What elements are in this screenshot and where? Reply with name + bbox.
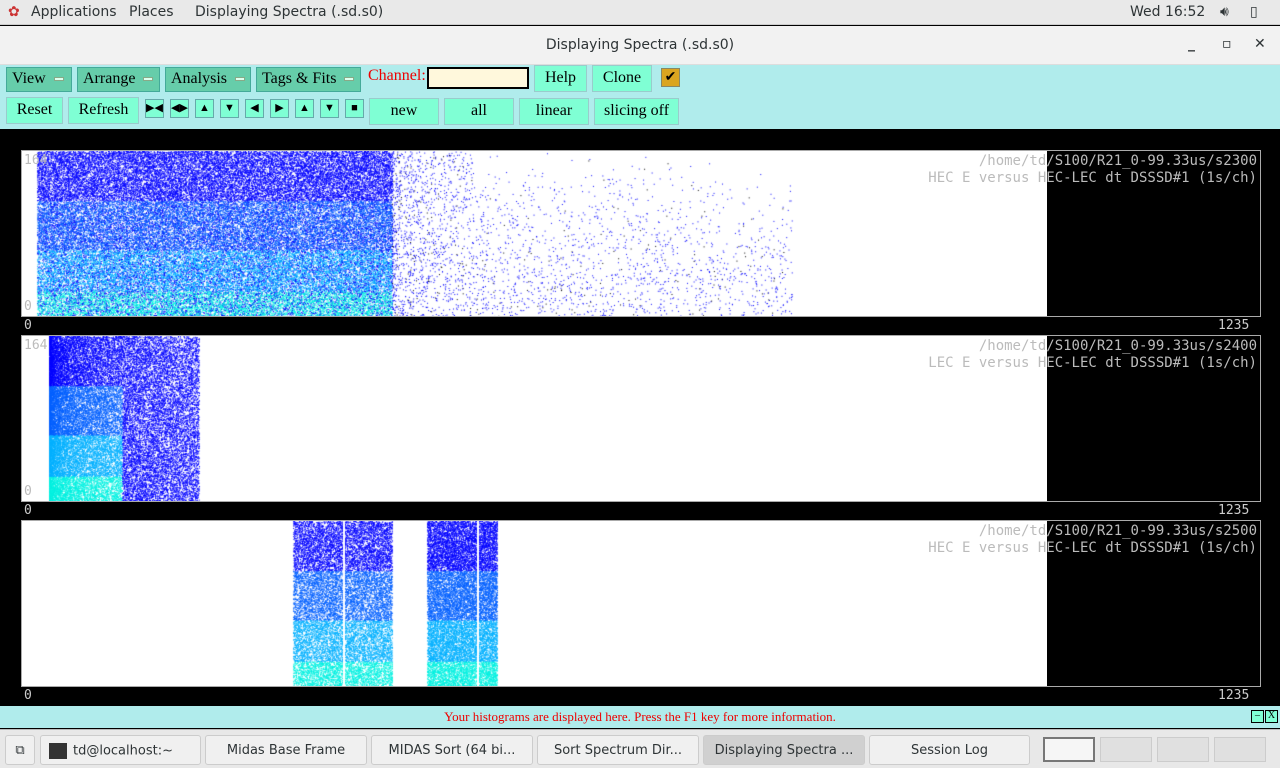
channel-label: Channel: (368, 67, 426, 84)
status-bar: Your histograms are displayed here. Pres… (0, 706, 1280, 728)
x-max-label: 1235 (1218, 688, 1250, 703)
clock[interactable]: Wed 16:52 (1130, 4, 1205, 20)
x-max-label: 1235 (1218, 503, 1250, 518)
help-button[interactable]: Help (534, 65, 587, 92)
arrange-label: Arrange (83, 70, 136, 87)
shrink-horizontal-icon[interactable]: ◀▶ (170, 99, 189, 118)
window-titlebar: Displaying Spectra (.sd.s0) _ ▫ ✕ (0, 26, 1280, 65)
status-message: Your histograms are displayed here. Pres… (444, 709, 836, 724)
show-desktop-button[interactable]: ⧉ (5, 735, 35, 765)
applications-menu[interactable]: Applications (31, 4, 117, 20)
applications-icon: ✿ (8, 4, 20, 20)
taskbar-item-active[interactable]: Displaying Spectra ... (703, 735, 865, 765)
minimize-icon[interactable]: – (1251, 710, 1264, 723)
spectrum-path: /home/td/S100/R21_0-99.33us/s2400 (978, 338, 1257, 354)
x-min-label: 0 (24, 318, 32, 333)
workspace-4[interactable] (1214, 737, 1266, 762)
analysis-menu[interactable]: Analysis (165, 67, 251, 92)
expand-horizontal-icon[interactable]: ▶◀ (145, 99, 164, 118)
taskbar-item[interactable]: td@localhost:~ (40, 735, 201, 765)
spectrum-title: HEC E versus HEC-LEC dt DSSSD#1 (1s/ch) (928, 170, 1257, 186)
terminal-icon (49, 743, 67, 759)
active-window-menu[interactable]: Displaying Spectra (.sd.s0) (195, 4, 383, 20)
new-button[interactable]: new (369, 98, 439, 125)
scroll-right-icon[interactable]: ▶ (270, 99, 289, 118)
tags-fits-label: Tags & Fits (262, 70, 337, 87)
scroll-left-icon[interactable]: ◀ (245, 99, 264, 118)
workspace-1[interactable] (1043, 737, 1095, 762)
scroll-up-icon[interactable]: ▲ (295, 99, 314, 118)
dropdown-icon (53, 77, 64, 82)
analysis-label: Analysis (171, 70, 227, 87)
reset-button[interactable]: Reset (6, 97, 63, 124)
workspace-2[interactable] (1100, 737, 1152, 762)
y-max-label: 164 (24, 153, 48, 168)
taskbar: ⧉ td@localhost:~ Midas Base Frame MIDAS … (0, 729, 1280, 768)
top-bar: ✿ Applications Places Displaying Spectra… (0, 0, 1280, 25)
dropdown-icon (235, 77, 245, 82)
spectrum-panel[interactable]: 164 0 /home/td/S100/R21_0-99.33us/s2300 … (21, 150, 1261, 317)
taskbar-item[interactable]: Sort Spectrum Dir... (537, 735, 699, 765)
view-menu[interactable]: View (6, 67, 72, 92)
spectrum-path: /home/td/S100/R21_0-99.33us/s2300 (978, 153, 1257, 169)
taskbar-item[interactable]: MIDAS Sort (64 bi... (371, 735, 533, 765)
close-button[interactable]: ✕ (1254, 36, 1266, 52)
tags-fits-menu[interactable]: Tags & Fits (256, 67, 361, 92)
taskbar-item[interactable]: Midas Base Frame (205, 735, 367, 765)
x-max-label: 1235 (1218, 318, 1250, 333)
spectrum-title: LEC E versus HEC-LEC dt DSSSD#1 (1s/ch) (928, 355, 1257, 371)
scatter-plot[interactable] (22, 336, 1047, 501)
x-min-label: 0 (24, 688, 32, 703)
all-button[interactable]: all (444, 98, 514, 125)
shrink-vertical-icon[interactable]: ▼ (220, 99, 239, 118)
refresh-button[interactable]: Refresh (68, 97, 139, 124)
linear-button[interactable]: linear (519, 98, 589, 125)
workspace-3[interactable] (1157, 737, 1209, 762)
checkbox[interactable]: ✔ (661, 68, 680, 87)
y-min-label: 0 (24, 484, 32, 499)
taskbar-item[interactable]: Session Log (869, 735, 1030, 765)
places-menu[interactable]: Places (129, 4, 174, 20)
scroll-down-icon[interactable]: ▼ (320, 99, 339, 118)
taskbar-item-label: td@localhost:~ (73, 743, 173, 759)
scatter-plot[interactable] (22, 521, 1047, 686)
channel-input[interactable] (427, 67, 529, 89)
toolbar: View Arrange Analysis Tags & Fits Channe… (0, 65, 1280, 129)
full-view-icon[interactable]: ■ (345, 99, 364, 118)
spectrum-panel[interactable]: /home/td/S100/R21_0-99.33us/s2500 HEC E … (21, 520, 1261, 687)
spectrum-path: /home/td/S100/R21_0-99.33us/s2500 (978, 523, 1257, 539)
battery-icon[interactable]: ▯ (1250, 4, 1258, 20)
y-min-label: 0 (24, 299, 32, 314)
maximize-button[interactable]: ▫ (1222, 36, 1232, 52)
dropdown-icon (143, 77, 154, 82)
arrange-menu[interactable]: Arrange (77, 67, 160, 92)
spectra-display: 164 0 /home/td/S100/R21_0-99.33us/s2300 … (0, 129, 1280, 706)
y-max-label: 164 (24, 338, 48, 353)
x-min-label: 0 (24, 503, 32, 518)
scatter-plot[interactable] (22, 151, 1047, 316)
view-label: View (12, 70, 46, 87)
window-title: Displaying Spectra (.sd.s0) (545, 37, 735, 53)
dropdown-icon (344, 77, 355, 82)
slicing-button[interactable]: slicing off (594, 98, 679, 125)
clone-button[interactable]: Clone (592, 65, 652, 92)
volume-icon[interactable]: 🔊︎ (1220, 4, 1229, 20)
spectrum-panel[interactable]: 164 0 /home/td/S100/R21_0-99.33us/s2400 … (21, 335, 1261, 502)
minimize-button[interactable]: _ (1188, 36, 1195, 52)
expand-vertical-icon[interactable]: ▲ (195, 99, 214, 118)
close-icon[interactable]: X (1265, 710, 1278, 723)
spectrum-title: HEC E versus HEC-LEC dt DSSSD#1 (1s/ch) (928, 540, 1257, 556)
